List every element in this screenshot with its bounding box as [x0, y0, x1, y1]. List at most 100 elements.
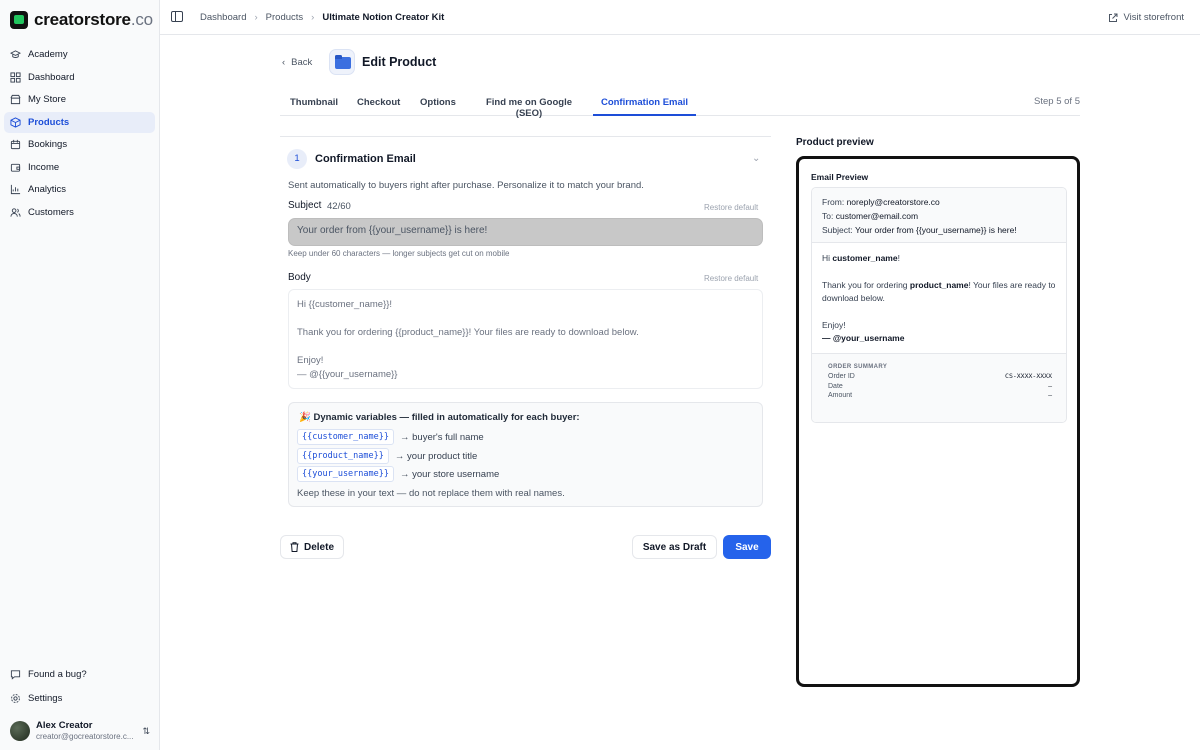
visit-storefront-link[interactable]: Visit storefront	[1108, 12, 1184, 23]
section-title[interactable]: Confirmation Email	[315, 153, 416, 165]
sidebar-item-customers[interactable]: Customers	[4, 202, 155, 223]
chevron-up-down-icon: ⇅	[142, 725, 150, 736]
message-icon	[10, 670, 21, 680]
breadcrumb-dashboard[interactable]: Dashboard	[200, 12, 246, 23]
body-line-enjoy: Enjoy!	[297, 355, 324, 366]
subject-hint: Keep under 60 characters — longer subjec…	[288, 249, 510, 258]
chevron-right-icon: ›	[254, 12, 258, 23]
enjoy-line: Enjoy!	[822, 320, 846, 330]
subject-char-counter: 42/60	[327, 201, 351, 212]
body-label: Body	[288, 272, 311, 283]
variable-row: {{customer_name}} → buyer's full name	[297, 429, 484, 445]
variable-description: → buyer's full name	[400, 431, 484, 443]
variable-row: {{your_username}} → your store username	[297, 466, 499, 482]
chart-icon	[10, 184, 21, 195]
order-summary: ORDER SUMMARY Order ID CS-XXXX-XXXX Date —…	[812, 353, 1066, 422]
subject-label: Subject	[288, 200, 322, 211]
section-description: Sent automatically to buyers right after…	[288, 180, 644, 191]
sidebar-item-academy[interactable]: Academy	[4, 44, 155, 65]
tab-thumbnail[interactable]: Thumbnail	[290, 92, 338, 116]
logo-icon	[10, 11, 28, 29]
body-restore-default-link[interactable]: Restore default	[704, 274, 758, 283]
order-row: Date —	[828, 382, 1052, 392]
delete-button[interactable]: Delete	[280, 535, 344, 559]
sidebar-item-found-bug[interactable]: Found a bug?	[4, 664, 155, 685]
variable-code[interactable]: {{your_username}}	[297, 466, 394, 482]
subject-restore-default-link[interactable]: Restore default	[704, 203, 758, 212]
tab-bar: Thumbnail Checkout Options Find me on Go…	[280, 92, 1080, 119]
order-key: Date	[828, 382, 843, 390]
email-header: From: noreply@creatorstore.co To: custom…	[812, 188, 1066, 243]
signoff-line: — @your_username	[822, 333, 905, 343]
body-line-signoff: — @{{your_username}}	[297, 369, 398, 380]
graduation-cap-icon	[10, 50, 21, 58]
tab-checkout[interactable]: Checkout	[357, 92, 400, 116]
variable-row: {{product_name}} → your product title	[297, 448, 477, 464]
sidebar-item-label: Dashboard	[28, 71, 75, 83]
section-number-badge: 1	[287, 149, 307, 169]
brand-logo[interactable]: creatorstore.co	[10, 10, 153, 30]
subject-key: Subject:	[822, 225, 853, 235]
variable-code[interactable]: {{customer_name}}	[297, 429, 394, 445]
tab-seo[interactable]: Find me on Google (SEO)	[475, 92, 583, 119]
chevron-down-icon[interactable]: ⌄	[752, 153, 760, 164]
back-label: Back	[291, 57, 313, 68]
back-button[interactable]: ‹ Back	[282, 57, 312, 68]
sidebar-toggle-icon[interactable]	[171, 11, 183, 22]
user-menu[interactable]: Alex Creator creator@gocreatorstore.c...…	[10, 719, 150, 743]
sidebar-item-products[interactable]: Products	[4, 111, 155, 133]
body-line-greeting: Hi {{customer_name}}!	[297, 299, 393, 310]
thanks-product: product_name	[909, 280, 969, 290]
body-textarea[interactable]: Hi {{customer_name}}! Thank you for orde…	[288, 289, 763, 389]
store-icon	[10, 94, 21, 105]
greet-prefix: Hi	[822, 253, 833, 263]
subject-input[interactable]: Your order from {{your_username}} is her…	[288, 218, 763, 246]
order-key: Order ID	[828, 373, 855, 380]
top-header: Dashboard › Products › Ultimate Notion C…	[160, 0, 1200, 35]
order-row: Amount —	[828, 391, 1052, 401]
brand-name: creatorstore	[34, 10, 131, 29]
breadcrumb-current: Ultimate Notion Creator Kit	[322, 12, 445, 23]
preview-label: Product preview	[796, 137, 874, 148]
order-summary-title: ORDER SUMMARY	[828, 364, 888, 370]
sidebar-item-label: Analytics	[28, 184, 67, 195]
variable-code[interactable]: {{product_name}}	[297, 448, 389, 464]
phone-preview-frame: Email Preview From: noreply@creatorstore…	[796, 156, 1080, 687]
breadcrumb: Dashboard › Products › Ultimate Notion C…	[200, 12, 444, 23]
sidebar-item-label: My Store	[28, 94, 67, 105]
order-key: Amount	[828, 392, 853, 399]
breadcrumb-products[interactable]: Products	[266, 12, 304, 23]
order-value: —	[1048, 381, 1052, 390]
sidebar-item-dashboard[interactable]: Dashboard	[4, 67, 155, 88]
sidebar-item-label: Settings	[28, 693, 63, 704]
variables-title: Dynamic variables — filled in automatica…	[313, 412, 580, 423]
email-preview-title: Email Preview	[811, 172, 869, 182]
sidebar-item-bookings[interactable]: Bookings	[4, 134, 155, 155]
sidebar-item-my-store[interactable]: My Store	[4, 89, 155, 110]
calendar-icon	[10, 139, 21, 150]
email-body: Hi customer_name! Thank you for ordering…	[812, 243, 1066, 354]
sidebar-item-label: Found a bug?	[28, 669, 87, 680]
user-name: Alex Creator	[36, 720, 93, 731]
sidebar-item-label: Bookings	[28, 139, 68, 150]
variable-description: → your product title	[394, 450, 478, 462]
greet-suffix: !	[897, 253, 900, 263]
gear-icon	[11, 694, 20, 703]
tab-confirmation-email[interactable]: Confirmation Email	[593, 92, 696, 116]
avatar	[10, 721, 30, 741]
sidebar-item-analytics[interactable]: Analytics	[4, 179, 155, 200]
sidebar-item-income[interactable]: Income	[4, 157, 155, 178]
sidebar-item-label: Customers	[28, 206, 74, 218]
save-draft-button[interactable]: Save as Draft	[632, 535, 717, 559]
sidebar-item-label: Products	[28, 116, 70, 128]
chevron-right-icon: ›	[311, 12, 315, 23]
wallet-icon	[10, 163, 21, 172]
dynamic-variables-panel: 🎉 Dynamic variables — filled in automati…	[288, 402, 763, 507]
grid-icon	[10, 71, 21, 83]
from-key: From:	[822, 197, 845, 207]
from-value: noreply@creatorstore.co	[846, 197, 940, 207]
save-button[interactable]: Save	[723, 535, 771, 559]
tab-options[interactable]: Options	[420, 92, 456, 116]
sidebar-item-label: Academy	[28, 49, 68, 60]
sidebar-item-settings[interactable]: Settings	[4, 688, 155, 709]
